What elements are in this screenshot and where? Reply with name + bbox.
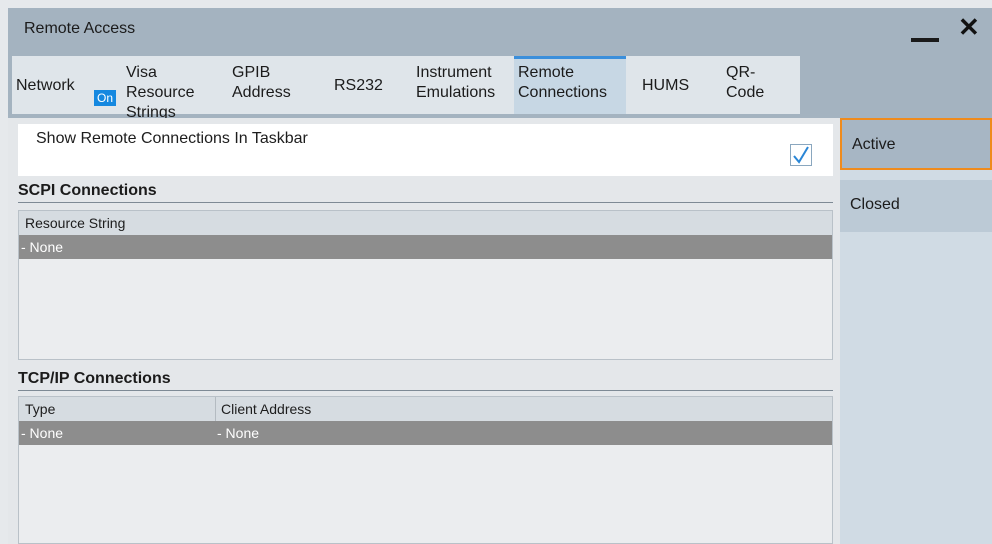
active-button-label: Active	[852, 136, 896, 153]
scpi-section-title: SCPI Connections	[18, 182, 157, 199]
closed-button-label: Closed	[850, 196, 900, 213]
tcpip-divider	[18, 390, 833, 391]
show-in-taskbar-row[interactable]: Show Remote Connections In Taskbar	[18, 124, 833, 176]
checkmark-icon	[793, 146, 809, 164]
active-button[interactable]: Active	[840, 118, 992, 170]
table-row[interactable]: - None	[19, 235, 832, 259]
table-row[interactable]: - None - None	[19, 421, 832, 445]
content-area: Show Remote Connections In Taskbar SCPI …	[8, 118, 840, 544]
tab-network[interactable]: Network On	[12, 56, 122, 114]
tab-network-label: Network	[16, 77, 75, 94]
tcpip-section-title: TCP/IP Connections	[18, 370, 171, 387]
tcpip-col-type: Type	[25, 401, 56, 417]
tab-remote-connections[interactable]: Remote Connections	[514, 56, 626, 114]
tab-visa-label: Visa Resource Strings	[126, 64, 195, 121]
tab-hums-label: HUMS	[642, 77, 690, 94]
close-icon[interactable]: ✕	[958, 14, 980, 40]
scpi-table: Resource String - None	[18, 210, 833, 360]
tab-hums[interactable]: HUMS	[626, 56, 710, 114]
remote-access-dialog: Remote Access ✕ Network On Visa Resource…	[8, 8, 992, 544]
tcpip-table-header: Type Client Address	[19, 397, 832, 421]
side-panel: Active Closed	[840, 118, 992, 544]
tcpip-cell-type: - None	[21, 425, 64, 441]
tab-rs232[interactable]: RS232	[318, 56, 408, 114]
scpi-cell-resource: - None	[21, 239, 64, 255]
tab-qr-label: QR- Code	[726, 64, 765, 101]
scpi-table-header: Resource String	[19, 211, 832, 235]
closed-button[interactable]: Closed	[840, 180, 992, 232]
minimize-icon[interactable]	[911, 38, 939, 42]
tab-qr-code[interactable]: QR- Code	[710, 56, 800, 114]
tab-visa-resource-strings[interactable]: Visa Resource Strings	[122, 56, 228, 121]
tab-gpib-label: GPIB Address	[232, 64, 291, 101]
show-in-taskbar-checkbox[interactable]	[790, 144, 812, 166]
scpi-col-resource-string: Resource String	[25, 215, 126, 231]
network-on-badge: On	[94, 90, 117, 106]
tcpip-cell-client-address: - None	[217, 425, 260, 441]
tab-instrument-emulations[interactable]: Instrument Emulations	[408, 56, 514, 114]
tab-gpib-address[interactable]: GPIB Address	[228, 56, 318, 114]
tcpip-table: Type Client Address - None - None	[18, 396, 833, 544]
title-bar: Remote Access ✕	[8, 8, 992, 52]
tcpip-col-client-address: Client Address	[221, 401, 312, 417]
dialog-title: Remote Access	[24, 20, 136, 37]
tab-bar: Network On Visa Resource Strings GPIB Ad…	[8, 52, 992, 121]
scpi-divider	[18, 202, 833, 203]
tab-remote-label: Remote Connections	[518, 64, 607, 101]
show-in-taskbar-label: Show Remote Connections In Taskbar	[36, 130, 308, 147]
tab-instrument-label: Instrument Emulations	[416, 64, 496, 101]
tab-rs232-label: RS232	[334, 77, 383, 94]
